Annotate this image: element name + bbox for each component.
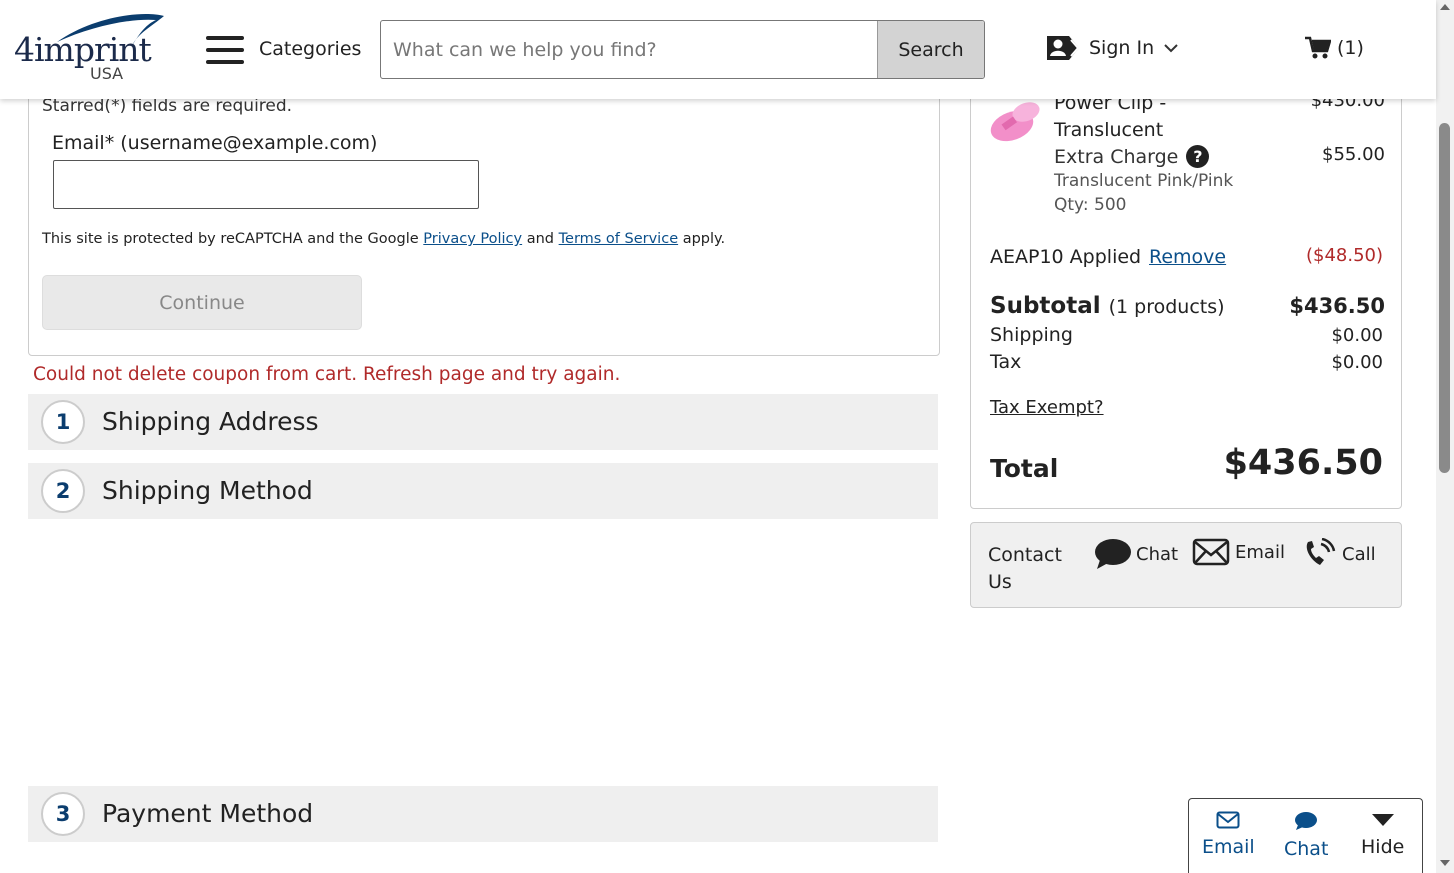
cart-button[interactable]: (1) (1305, 36, 1364, 60)
shipping-label: Shipping (990, 324, 1073, 346)
cart-icon (1305, 36, 1331, 59)
extra-charge-row: Extra Charge ? (1054, 145, 1210, 168)
user-card-icon (1047, 36, 1080, 60)
logo-wordmark: 4imprint (14, 30, 152, 69)
step-shipping-address[interactable]: 1 Shipping Address (28, 394, 938, 450)
total-label: Total (990, 454, 1059, 483)
step-number: 3 (41, 792, 85, 836)
privacy-policy-link[interactable]: Privacy Policy (423, 231, 522, 247)
subtotal-amount: $436.50 (1289, 294, 1385, 318)
widget-chat-label: Chat (1284, 838, 1329, 860)
scroll-down-arrow-icon[interactable] (1440, 860, 1450, 866)
coupon-label: AEAP10 Applied (990, 246, 1142, 268)
error-message: Could not delete coupon from cart. Refre… (33, 364, 621, 385)
help-icon[interactable]: ? (1186, 145, 1210, 168)
chat-bubble-icon (1295, 812, 1318, 830)
product-color: Translucent Pink/Pink (1054, 171, 1234, 191)
step-number: 2 (41, 469, 85, 513)
contact-title: Contact Us (988, 544, 1062, 593)
shipping-amount: $0.00 (1331, 325, 1383, 346)
widget-hide-label: Hide (1361, 836, 1405, 858)
step-label: Shipping Address (102, 407, 319, 436)
envelope-icon (1192, 538, 1230, 566)
email-field[interactable] (53, 160, 479, 209)
envelope-icon (1216, 811, 1240, 829)
step-shipping-method[interactable]: 2 Shipping Method (28, 463, 938, 519)
required-fields-note: Starred(*) fields are required. (42, 96, 293, 116)
chat-bubble-icon (1095, 539, 1131, 569)
subtotal-count: (1 products) (1108, 296, 1225, 318)
chevron-down-icon (1164, 44, 1178, 53)
site-header: 4imprint USA Categories Search Sign In (… (0, 0, 1436, 99)
terms-of-service-link[interactable]: Terms of Service (559, 231, 678, 247)
continue-button[interactable]: Continue (42, 275, 362, 330)
subtotal-label: Subtotal (1 products) (990, 293, 1225, 319)
menu-icon[interactable] (206, 36, 244, 64)
contact-chat-button[interactable]: Chat (1094, 538, 1178, 570)
sign-in-label: Sign In (1089, 37, 1155, 59)
floating-contact-widget: Email Chat Hide (1188, 798, 1423, 873)
extra-charge-label: Extra Charge (1054, 145, 1179, 168)
scroll-thumb[interactable] (1439, 123, 1450, 473)
widget-hide-button[interactable]: Hide (1361, 811, 1404, 858)
contact-call-label: Call (1342, 543, 1376, 565)
total-amount: $436.50 (1223, 443, 1383, 483)
email-label: Email* (username@example.com) (52, 132, 378, 154)
tax-amount: $0.00 (1331, 352, 1383, 373)
widget-email-button[interactable]: Email (1202, 811, 1255, 858)
tax-label: Tax (990, 351, 1022, 373)
step-label: Payment Method (102, 799, 314, 828)
tax-exempt-link[interactable]: Tax Exempt? (990, 397, 1104, 418)
triangle-down-icon (1371, 814, 1394, 826)
widget-chat-button[interactable]: Chat (1284, 811, 1328, 860)
product-image[interactable] (988, 98, 1044, 144)
logo[interactable]: 4imprint USA (12, 12, 167, 87)
contact-call-button[interactable]: Call (1302, 538, 1376, 570)
extra-charge-price: $55.00 (1322, 144, 1385, 165)
step-label: Shipping Method (102, 476, 313, 505)
widget-email-label: Email (1202, 836, 1255, 858)
search-bar: Search (380, 20, 985, 79)
page-scrollbar[interactable] (1436, 0, 1454, 873)
coupon-amount: ($48.50) (1305, 245, 1383, 266)
phone-icon (1306, 538, 1336, 565)
scroll-up-arrow-icon[interactable] (1440, 4, 1450, 10)
search-button[interactable]: Search (877, 21, 984, 78)
sign-in-button[interactable]: Sign In (1045, 34, 1178, 62)
product-quantity: Qty: 500 (1054, 195, 1127, 215)
step-number: 1 (41, 400, 85, 444)
step-payment-method[interactable]: 3 Payment Method (28, 786, 938, 842)
cart-count: (1) (1337, 37, 1364, 59)
logo-country: USA (90, 64, 124, 83)
remove-coupon-link[interactable]: Remove (1149, 246, 1226, 268)
recaptcha-notice: This site is protected by reCAPTCHA and … (42, 231, 726, 247)
contact-email-label: Email (1235, 541, 1285, 563)
contact-chat-label: Chat (1136, 543, 1179, 565)
search-input[interactable] (381, 21, 878, 78)
contact-email-button[interactable]: Email (1192, 538, 1285, 566)
categories-button[interactable]: Categories (259, 38, 361, 60)
